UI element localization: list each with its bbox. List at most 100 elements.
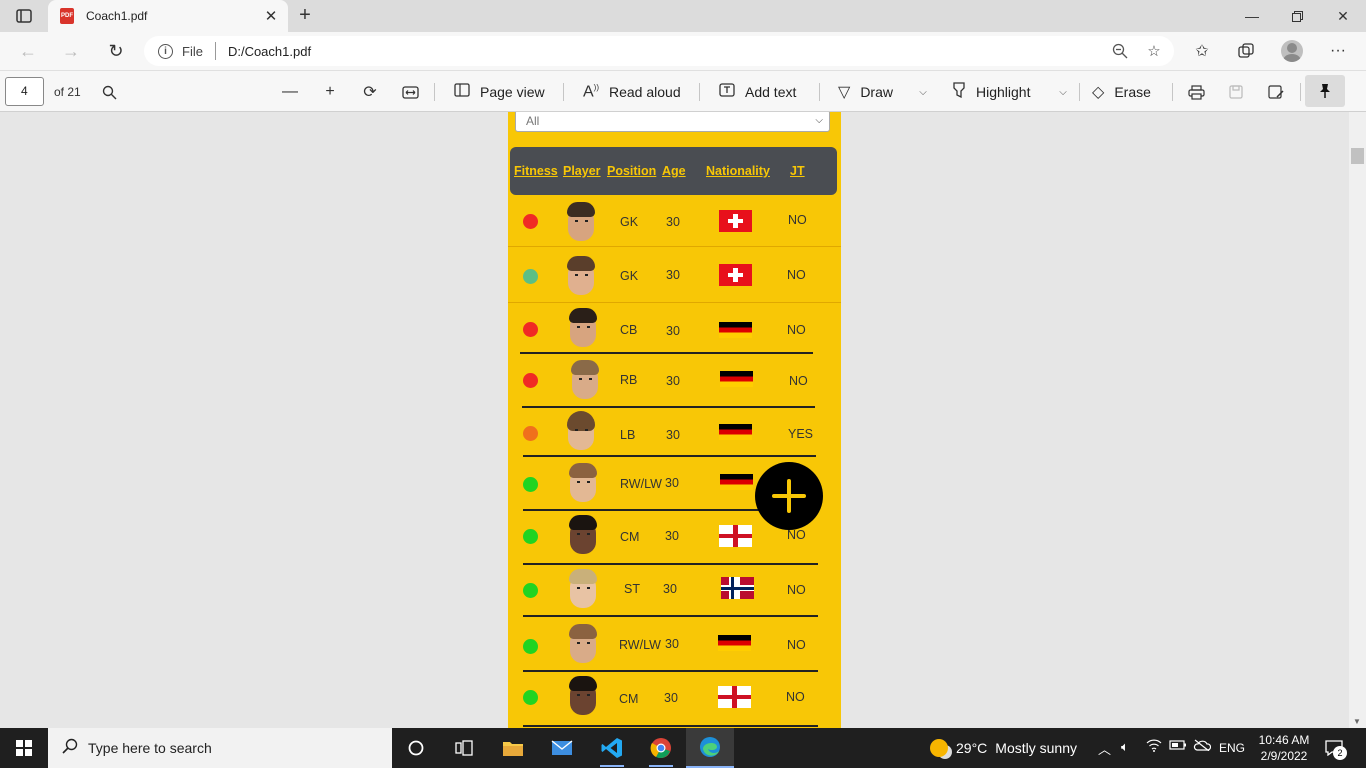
vscode-icon[interactable] [588,728,636,768]
refresh-button[interactable]: ↻ [103,39,129,63]
new-tab-button[interactable]: + [294,5,316,27]
pdf-viewer[interactable]: All ⌵ Fitness Player Position Age Nation… [0,112,1366,728]
table-row[interactable]: LB 30 YES [508,408,841,460]
minimize-button[interactable]: — [1229,0,1275,32]
eraser-icon: ◇ [1092,84,1105,101]
filter-select[interactable]: All ⌵ [515,112,830,132]
browser-tab[interactable]: PDF Coach1.pdf ✕ [48,0,288,32]
back-button[interactable]: ← [15,39,41,63]
table-row[interactable]: GK 30 NO [508,249,841,303]
favorites-icon[interactable]: ✩ [1190,40,1214,62]
table-header: Fitness Player Position Age Nationality … [510,147,837,195]
table-row[interactable]: RB 30 NO [508,354,841,408]
zoom-out-icon[interactable]: — [279,81,301,103]
draw-button[interactable]: ▽ Draw [838,81,893,103]
player-photo [568,568,598,610]
player-age: 30 [666,428,680,442]
task-view-icon[interactable] [440,728,488,768]
highlight-label: Highlight [976,84,1031,100]
collections-icon[interactable] [1234,40,1258,62]
edge-icon[interactable] [686,728,734,768]
taskbar-search[interactable]: Type here to search [48,728,392,768]
restore-button[interactable] [1274,0,1320,32]
address-bar-actions: ☆ [1110,41,1164,61]
column-header-age[interactable]: Age [662,164,686,178]
norway-flag-icon [721,577,754,599]
column-header-fitness[interactable]: Fitness [514,164,558,178]
fitness-indicator [523,373,538,388]
switzerland-flag-icon [719,264,752,286]
close-window-button[interactable]: ✕ [1320,0,1366,32]
player-photo [566,255,596,297]
weather-widget[interactable]: 29°C Mostly sunny [930,728,1077,768]
volume-icon[interactable]: 🔈︎ [1121,739,1129,755]
show-hidden-icons-icon[interactable]: ︿ [1098,739,1111,758]
info-icon[interactable]: i [158,43,173,59]
draw-options-chevron-icon[interactable]: ⌵ [912,81,934,103]
fitness-indicator [523,322,538,337]
add-player-button[interactable] [755,462,823,530]
onedrive-offline-icon[interactable] [1193,739,1212,754]
network-icon[interactable] [1146,739,1162,755]
pin-toolbar-icon[interactable] [1305,75,1345,107]
read-aloud-button[interactable]: A)) Read aloud [583,81,681,103]
highlight-options-chevron-icon[interactable]: ⌵ [1052,81,1074,103]
table-row[interactable]: GK 30 NO [508,196,841,248]
player-photo [568,514,598,556]
save-icon[interactable] [1225,81,1247,103]
scroll-down-icon[interactable]: ▼ [1353,717,1361,726]
toolbar-separator [819,83,820,101]
page-number-input[interactable]: 4 [5,77,44,106]
zoom-out-icon[interactable] [1110,41,1130,61]
highlight-button[interactable]: Highlight [952,81,1030,103]
address-bar[interactable]: i File D:/Coach1.pdf ☆ [144,36,1174,66]
draw-label: Draw [860,84,893,100]
print-icon[interactable] [1185,81,1207,103]
start-button[interactable] [0,728,48,768]
zoom-in-icon[interactable]: + [319,81,341,103]
table-row[interactable]: CM 30 NO [508,673,841,727]
pdf-toolbar: 4 of 21 — + ⟳ Page view A)) Read aloud A… [0,70,1366,112]
column-header-jt[interactable]: JT [790,164,805,178]
battery-icon[interactable] [1169,739,1187,754]
row-divider [508,302,841,303]
clock[interactable]: 10:46 AM 2/9/2022 [1254,732,1314,764]
more-options-icon[interactable]: ··· [1326,40,1350,62]
tab-close-icon[interactable]: ✕ [262,7,280,25]
language-indicator[interactable]: ENG [1219,741,1245,755]
add-favorite-icon[interactable]: ☆ [1144,41,1164,61]
column-header-position[interactable]: Position [607,164,656,178]
highlight-icon [952,81,966,103]
filter-select-value: All [526,114,540,128]
clock-time: 10:46 AM [1258,733,1310,747]
page-view-button[interactable]: Page view [454,81,545,103]
add-text-button[interactable]: Add text [719,81,796,103]
vertical-scrollbar[interactable]: ▲ ▼ [1349,112,1366,728]
tab-actions-icon[interactable] [10,7,38,25]
mail-icon[interactable] [538,728,586,768]
toolbar-separator [1300,83,1301,101]
germany-flag-icon [719,322,752,338]
player-position: RB [620,373,638,387]
file-explorer-icon[interactable] [489,728,537,768]
cortana-icon[interactable] [392,728,440,768]
rotate-icon[interactable]: ⟳ [359,81,381,103]
column-header-player[interactable]: Player [563,164,601,178]
table-row[interactable]: ST 30 NO [508,564,841,617]
player-age: 30 [665,529,679,543]
save-as-icon[interactable] [1265,81,1287,103]
profile-avatar[interactable] [1281,40,1303,62]
erase-button[interactable]: ◇ Erase [1092,81,1151,103]
url-text[interactable]: D:/Coach1.pdf [228,44,311,59]
search-icon[interactable] [98,81,120,103]
table-row[interactable]: CB 30 NO [508,304,841,356]
fit-width-icon[interactable] [399,81,421,103]
table-row[interactable]: RW/LW 30 NO [508,619,841,672]
player-jt: NO [787,528,806,542]
scrollbar-thumb[interactable] [1351,148,1364,164]
column-header-nationality[interactable]: Nationality [706,164,770,178]
toolbar-separator [1172,83,1173,101]
chevron-down-icon: ⌵ [815,115,823,126]
forward-button[interactable]: → [58,39,84,63]
chrome-icon[interactable] [637,728,685,768]
